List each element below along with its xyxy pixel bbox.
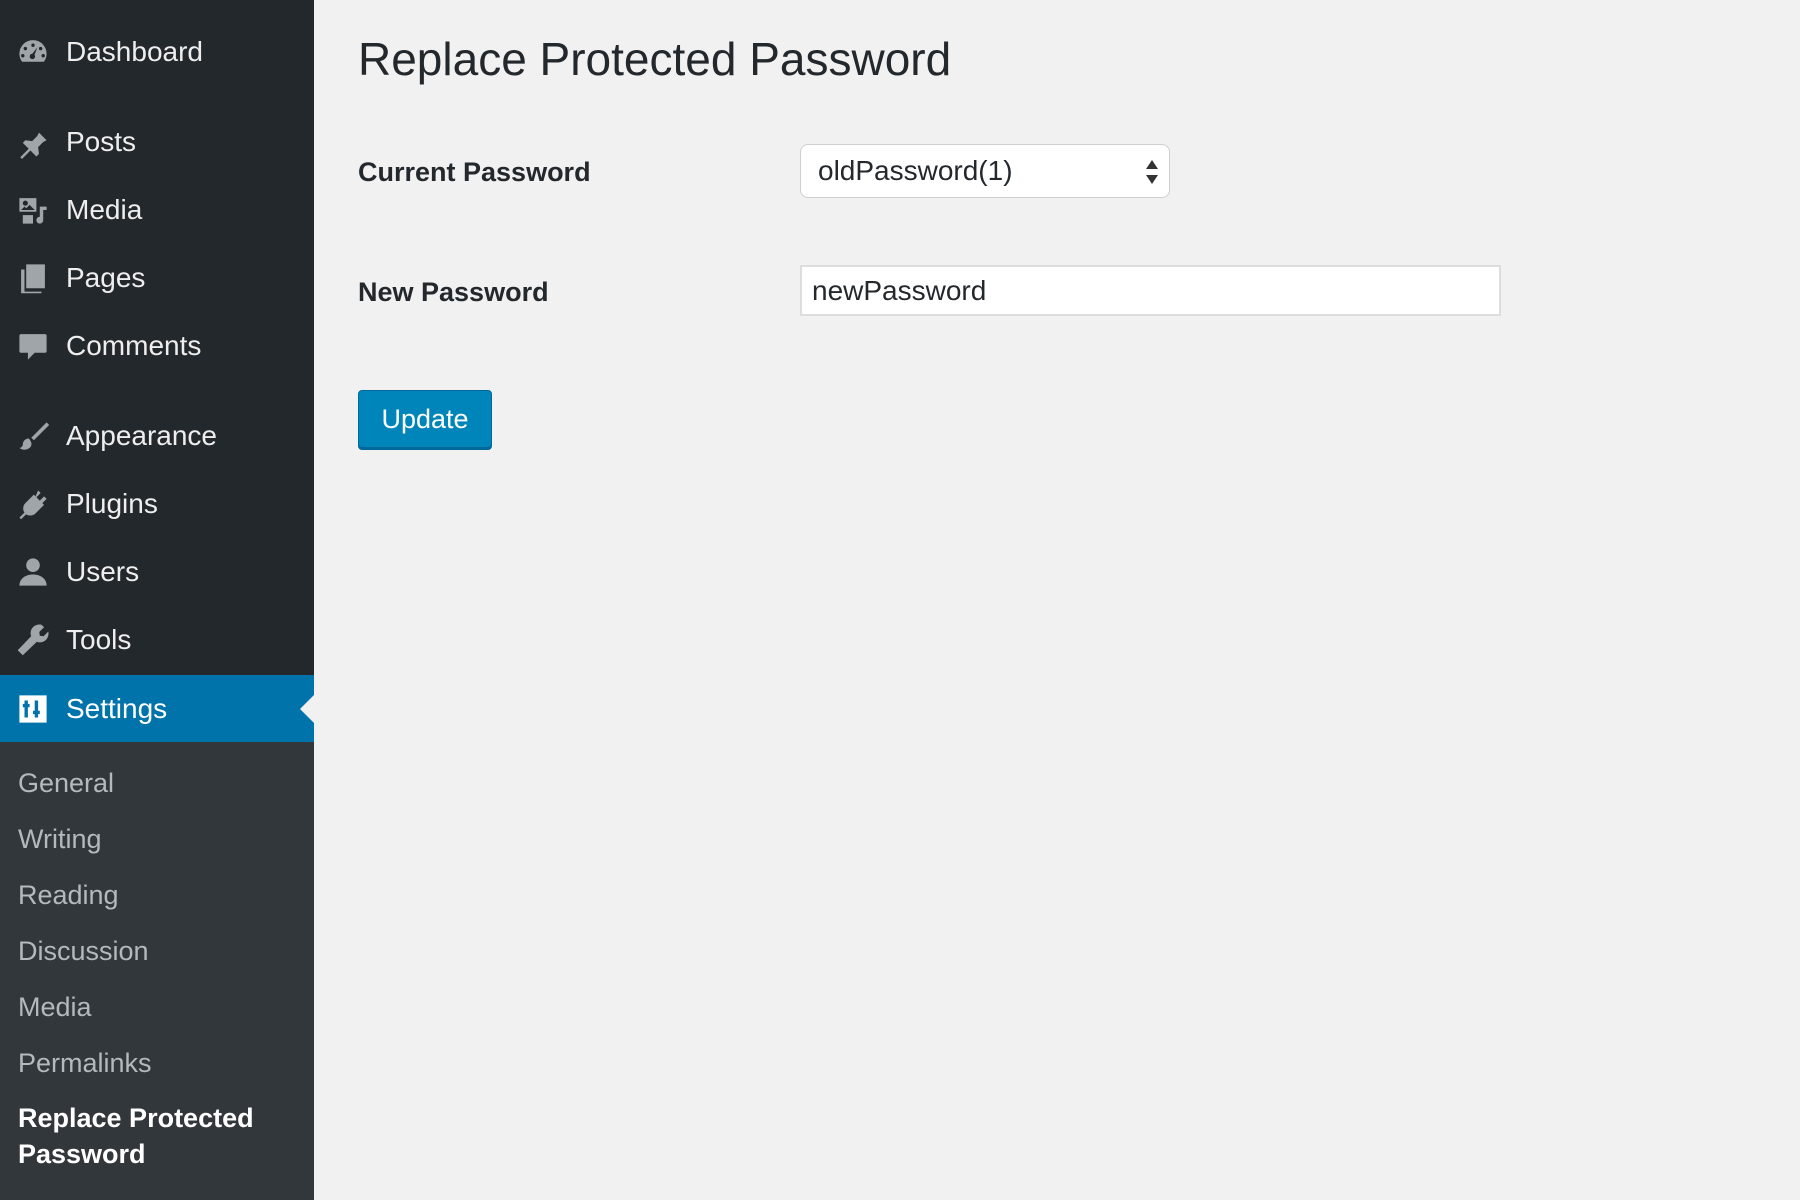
submenu-item-general[interactable]: General [18, 768, 114, 799]
wrench-icon [0, 606, 66, 674]
user-icon [0, 538, 66, 606]
settings-submenu: General Writing Reading Discussion Media… [0, 742, 314, 1200]
menu-item-posts[interactable]: Posts [0, 108, 314, 176]
menu-item-settings[interactable]: Settings [0, 675, 314, 743]
submenu-item-permalinks[interactable]: Permalinks [18, 1048, 152, 1079]
current-password-select[interactable]: oldPassword(1) [800, 144, 1170, 198]
menu-label: Comments [66, 330, 202, 361]
menu-label: Dashboard [66, 36, 203, 67]
menu-label: Settings [66, 693, 168, 724]
menu-label: Plugins [66, 488, 158, 519]
main-content: Replace Protected Password Current Passw… [314, 0, 1800, 1200]
pin-icon [0, 108, 66, 176]
submenu-item-discussion[interactable]: Discussion [18, 936, 149, 967]
new-password-input[interactable] [800, 265, 1501, 316]
menu-item-plugins[interactable]: Plugins [0, 470, 314, 538]
menu-label: Posts [66, 126, 137, 157]
update-button[interactable]: Update [358, 390, 492, 448]
media-icon [0, 176, 66, 244]
submenu-item-media[interactable]: Media [18, 992, 92, 1023]
plugin-icon [0, 470, 66, 538]
page-title: Replace Protected Password [358, 33, 952, 85]
new-password-label: New Password [358, 277, 549, 307]
submenu-item-replace-protected-password[interactable]: Replace Protected Password [18, 1100, 298, 1172]
pages-icon [0, 244, 66, 312]
menu-label: Media [66, 194, 143, 225]
submenu-item-reading[interactable]: Reading [18, 880, 119, 911]
menu-label: Appearance [66, 420, 218, 451]
menu-item-tools[interactable]: Tools [0, 606, 314, 674]
menu-label: Tools [66, 624, 132, 655]
paintbrush-icon [0, 402, 66, 470]
menu-label: Pages [66, 262, 146, 293]
menu-item-dashboard[interactable]: Dashboard [0, 18, 314, 86]
wp-admin-window: Dashboard Posts Media Pages Comments App… [0, 0, 1800, 1200]
menu-label: Users [66, 556, 140, 587]
menu-item-users[interactable]: Users [0, 538, 314, 606]
select-arrows-icon [1146, 160, 1158, 184]
menu-item-pages[interactable]: Pages [0, 244, 314, 312]
submenu-item-writing[interactable]: Writing [18, 824, 102, 855]
dashboard-icon [0, 18, 66, 86]
current-password-label: Current Password [358, 157, 591, 187]
menu-item-comments[interactable]: Comments [0, 312, 314, 380]
admin-sidebar: Dashboard Posts Media Pages Comments App… [0, 0, 314, 1200]
menu-item-appearance[interactable]: Appearance [0, 402, 314, 470]
comment-icon [0, 312, 66, 380]
menu-item-media[interactable]: Media [0, 176, 314, 244]
settings-icon [0, 675, 66, 743]
current-password-selected-value: oldPassword(1) [818, 155, 1013, 186]
